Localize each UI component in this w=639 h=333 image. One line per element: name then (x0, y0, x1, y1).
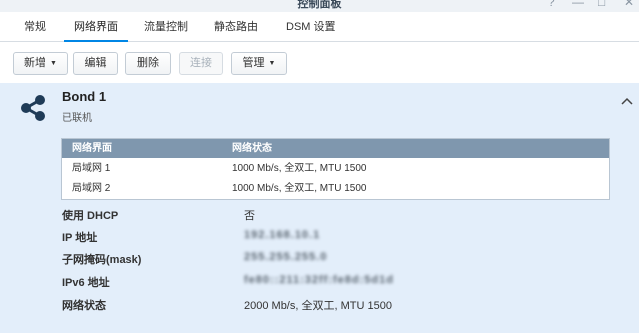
tab-dsm-settings[interactable]: DSM 设置 (276, 12, 346, 42)
manage-button[interactable]: 管理 ▼ (231, 52, 287, 75)
interface-name: 局域网 2 (72, 183, 111, 194)
dhcp-label: 使用 DHCP (62, 210, 119, 222)
interface-status: 1000 Mb/s, 全双工, MTU 1500 (232, 183, 367, 194)
delete-button[interactable]: 删除 (125, 52, 171, 75)
add-button-label: 新增 (24, 57, 47, 69)
column-header-status: 网络状态 (232, 143, 272, 154)
add-button[interactable]: 新增 ▼ (13, 52, 68, 75)
close-icon[interactable]: ✕ (624, 0, 634, 9)
bond-status: 已联机 (62, 113, 92, 124)
interface-status: 1000 Mb/s, 全双工, MTU 1500 (232, 163, 367, 174)
window-title: 控制面板 (297, 0, 342, 10)
network-status-value: 2000 Mb/s, 全双工, MTU 1500 (244, 300, 392, 312)
interface-name: 局域网 1 (72, 163, 111, 174)
edit-button[interactable]: 编辑 (73, 52, 118, 75)
ip-address-label: IP 地址 (62, 232, 98, 244)
ip-address-value: 192.168.10.1 (244, 229, 321, 241)
table-row[interactable]: 局域网 1 1000 Mb/s, 全双工, MTU 1500 (62, 159, 609, 179)
toolbar: 新增 ▼ 编辑 删除 连接 管理 ▼ (0, 43, 639, 83)
ipv6-address-value: fe80::211:32ff:fe8d:5d1d (244, 274, 394, 286)
maximize-icon[interactable]: □ (598, 0, 605, 9)
window-titlebar: 控制面板 ? — □ ✕ (0, 0, 639, 12)
caret-down-icon: ▼ (268, 60, 276, 67)
minimize-icon[interactable]: — (572, 0, 584, 9)
bond-name: Bond 1 (62, 89, 107, 104)
tab-general[interactable]: 常规 (14, 12, 56, 42)
tab-bar: 常规 网络界面 流量控制 静态路由 DSM 设置 (0, 12, 639, 42)
interfaces-table: 网络界面 网络状态 局域网 1 1000 Mb/s, 全双工, MTU 1500… (61, 138, 610, 200)
ipv6-address-label: IPv6 地址 (62, 277, 110, 289)
tab-static-route[interactable]: 静态路由 (204, 12, 268, 42)
tab-network-interface[interactable]: 网络界面 (64, 12, 128, 42)
dhcp-value: 否 (244, 210, 255, 222)
chevron-up-icon[interactable] (621, 97, 633, 105)
tab-traffic-control[interactable]: 流量控制 (134, 12, 198, 42)
share-icon (21, 95, 45, 121)
caret-down-icon: ▼ (50, 60, 57, 67)
help-icon[interactable]: ? (548, 0, 555, 9)
manage-button-label: 管理 (242, 57, 265, 69)
bond-panel[interactable]: Bond 1 已联机 网络界面 网络状态 局域网 1 1000 Mb/s, 全双… (0, 83, 639, 333)
subnet-mask-label: 子网掩码(mask) (62, 254, 142, 266)
subnet-mask-value: 255.255.255.0 (244, 251, 328, 263)
network-status-label: 网络状态 (62, 300, 106, 312)
connect-button[interactable]: 连接 (179, 52, 223, 75)
table-header: 网络界面 网络状态 (62, 139, 609, 158)
column-header-interface: 网络界面 (72, 143, 112, 154)
table-row[interactable]: 局域网 2 1000 Mb/s, 全双工, MTU 1500 (62, 179, 609, 199)
